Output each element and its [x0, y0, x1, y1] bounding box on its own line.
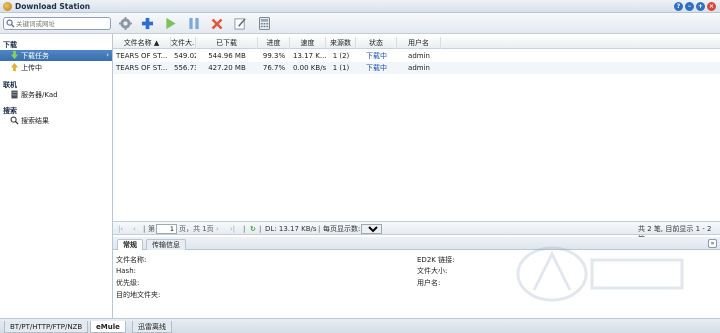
cell-size: 549.02 ... — [174, 52, 196, 60]
page-number-input[interactable] — [156, 224, 177, 234]
tab-general[interactable]: 常规 — [117, 239, 143, 250]
field-label-priority: 优先级: — [116, 279, 140, 287]
cell-filename: TEARS OF ST... — [116, 52, 168, 60]
per-page-label: 每页显示数: — [323, 225, 361, 233]
title-bar: Download Station ? – + × — [0, 0, 720, 13]
cell-filename: TEARS OF ST... — [116, 64, 168, 72]
table-row[interactable]: TEARS OF ST... 549.02 ... 544.96 MB 99.3… — [113, 50, 720, 62]
delete-button[interactable] — [209, 16, 224, 31]
magnifier-icon — [10, 116, 19, 125]
sidebar-item-label: 服务器/Kad — [21, 90, 58, 99]
pager-separator: | — [143, 225, 146, 233]
first-page-icon[interactable]: |‹ — [118, 224, 123, 234]
pagination-bar: |‹ ‹ | 第 页，共 1页 › ›| | ↻ | DL: 13.17 KB/… — [113, 221, 720, 243]
pause-icon — [188, 17, 199, 30]
cell-sources: 1 (1) — [332, 64, 350, 72]
upload-icon — [10, 63, 19, 72]
add-task-button[interactable] — [140, 16, 155, 31]
chevron-right-icon: › — [106, 51, 109, 59]
help-icon[interactable]: ? — [674, 2, 683, 11]
maximize-icon[interactable]: + — [696, 2, 705, 11]
field-label-username: 用户名: — [417, 279, 441, 287]
pager-separator: | — [318, 225, 321, 233]
resume-button[interactable] — [163, 16, 178, 31]
sidebar-item-uploading[interactable]: 上传中 — [0, 62, 112, 73]
tab-xunlei-offline[interactable]: 迅雷离线 — [132, 321, 172, 333]
watermark-logo — [516, 246, 684, 302]
column-header-size[interactable]: 文件大... — [171, 37, 196, 49]
cell-size: 556.73 ... — [174, 64, 196, 72]
page-total: 页，共 1页 — [179, 225, 214, 233]
field-label-ed2k-link: ED2K 链接: — [417, 256, 455, 264]
cell-downloaded: 427.20 MB — [208, 64, 246, 72]
cell-status: 下载中 — [366, 64, 387, 72]
column-header-downloaded[interactable]: 已下载 — [196, 37, 258, 49]
calculator-button[interactable] — [257, 16, 272, 31]
record-summary: 共 2 笔, 目前显示 1 - 2 笔 — [638, 225, 712, 243]
toolbar — [0, 13, 720, 34]
tab-transfer-info[interactable]: 传输信息 — [146, 239, 186, 250]
field-label-filename: 文件名称: — [116, 256, 147, 264]
refresh-icon[interactable]: ↻ — [250, 224, 256, 234]
pause-button[interactable] — [186, 16, 201, 31]
cell-status: 下载中 — [366, 52, 387, 60]
edit-icon — [234, 18, 246, 30]
sidebar-item-download-tasks[interactable]: 下载任务 › — [0, 50, 112, 61]
cell-progress: 76.7% — [262, 64, 286, 72]
close-icon[interactable]: × — [707, 2, 716, 11]
download-tasks-icon — [10, 51, 19, 60]
sidebar-item-label: 下载任务 — [21, 51, 49, 60]
download-speed: DL: 13.17 KB/s — [265, 225, 317, 233]
cell-speed: 13.17 K... — [293, 52, 326, 60]
sidebar-heading-download: 下载 — [3, 41, 17, 49]
calculator-icon — [259, 17, 270, 30]
settings-button[interactable] — [118, 16, 133, 31]
edit-button[interactable] — [233, 16, 248, 31]
window-title: Download Station — [15, 2, 91, 11]
search-input[interactable] — [16, 19, 108, 28]
pager-separator: | — [243, 225, 246, 233]
sidebar-item-label: 上传中 — [21, 63, 42, 72]
tab-bt-pt-http-ftp-nzb[interactable]: BT/PT/HTTP/FTP/NZB — [4, 321, 89, 333]
table-row[interactable]: TEARS OF ST... 556.73 ... 427.20 MB 76.7… — [113, 62, 720, 74]
last-page-icon[interactable]: ›| — [230, 224, 235, 234]
cell-username: admin — [408, 64, 430, 72]
next-page-icon[interactable]: › — [216, 224, 219, 234]
column-header-progress[interactable]: 进度 — [258, 37, 290, 49]
sidebar-item-search-results[interactable]: 搜索结果 — [0, 115, 112, 126]
tab-emule[interactable]: eMule — [90, 321, 126, 333]
cell-username: admin — [408, 52, 430, 60]
sidebar-item-label: 搜索结果 — [21, 116, 49, 125]
collapse-detail-icon[interactable]: » — [708, 239, 717, 248]
column-header-speed[interactable]: 速度 — [290, 37, 326, 49]
minimize-icon[interactable]: – — [685, 2, 694, 11]
cell-downloaded: 544.96 MB — [208, 52, 246, 60]
column-header-status[interactable]: 状态 — [356, 37, 397, 49]
column-header-sources[interactable]: 来源数 — [326, 37, 356, 49]
sidebar: 下载 下载任务 › 上传中 联机 服务器/Kad 搜索 搜索结果 — [0, 34, 113, 318]
search-icon — [6, 19, 15, 28]
column-header-username[interactable]: 用户名 — [397, 37, 441, 49]
protocol-tab-bar: BT/PT/HTTP/FTP/NZB eMule 迅雷离线 — [0, 318, 720, 333]
field-label-hash: Hash: — [116, 267, 136, 275]
app-icon — [3, 2, 12, 11]
field-label-file-size: 文件大小: — [417, 267, 448, 275]
gear-icon — [119, 17, 132, 30]
cell-speed: 0.00 KB/s — [293, 64, 326, 72]
play-icon — [165, 17, 176, 30]
cell-sources: 1 (2) — [332, 52, 350, 60]
plus-icon — [141, 17, 154, 30]
pager-separator: | — [259, 225, 262, 233]
column-header-filename[interactable]: 文件名称 ▲ — [113, 37, 171, 49]
prev-page-icon[interactable]: ‹ — [133, 224, 136, 234]
cell-progress: 99.3% — [262, 52, 286, 60]
page-prefix: 第 — [148, 225, 155, 233]
search-box[interactable] — [3, 17, 111, 30]
sidebar-item-server-kad[interactable]: 服务器/Kad — [0, 89, 112, 100]
delete-x-icon — [211, 18, 222, 29]
per-page-select[interactable]: 100 — [361, 224, 382, 234]
server-icon — [10, 90, 19, 99]
grid-header: 文件名称 ▲ 文件大... 已下载 进度 速度 来源数 状态 用户名 — [113, 37, 720, 49]
field-label-destination: 目的地文件夹: — [116, 291, 161, 299]
